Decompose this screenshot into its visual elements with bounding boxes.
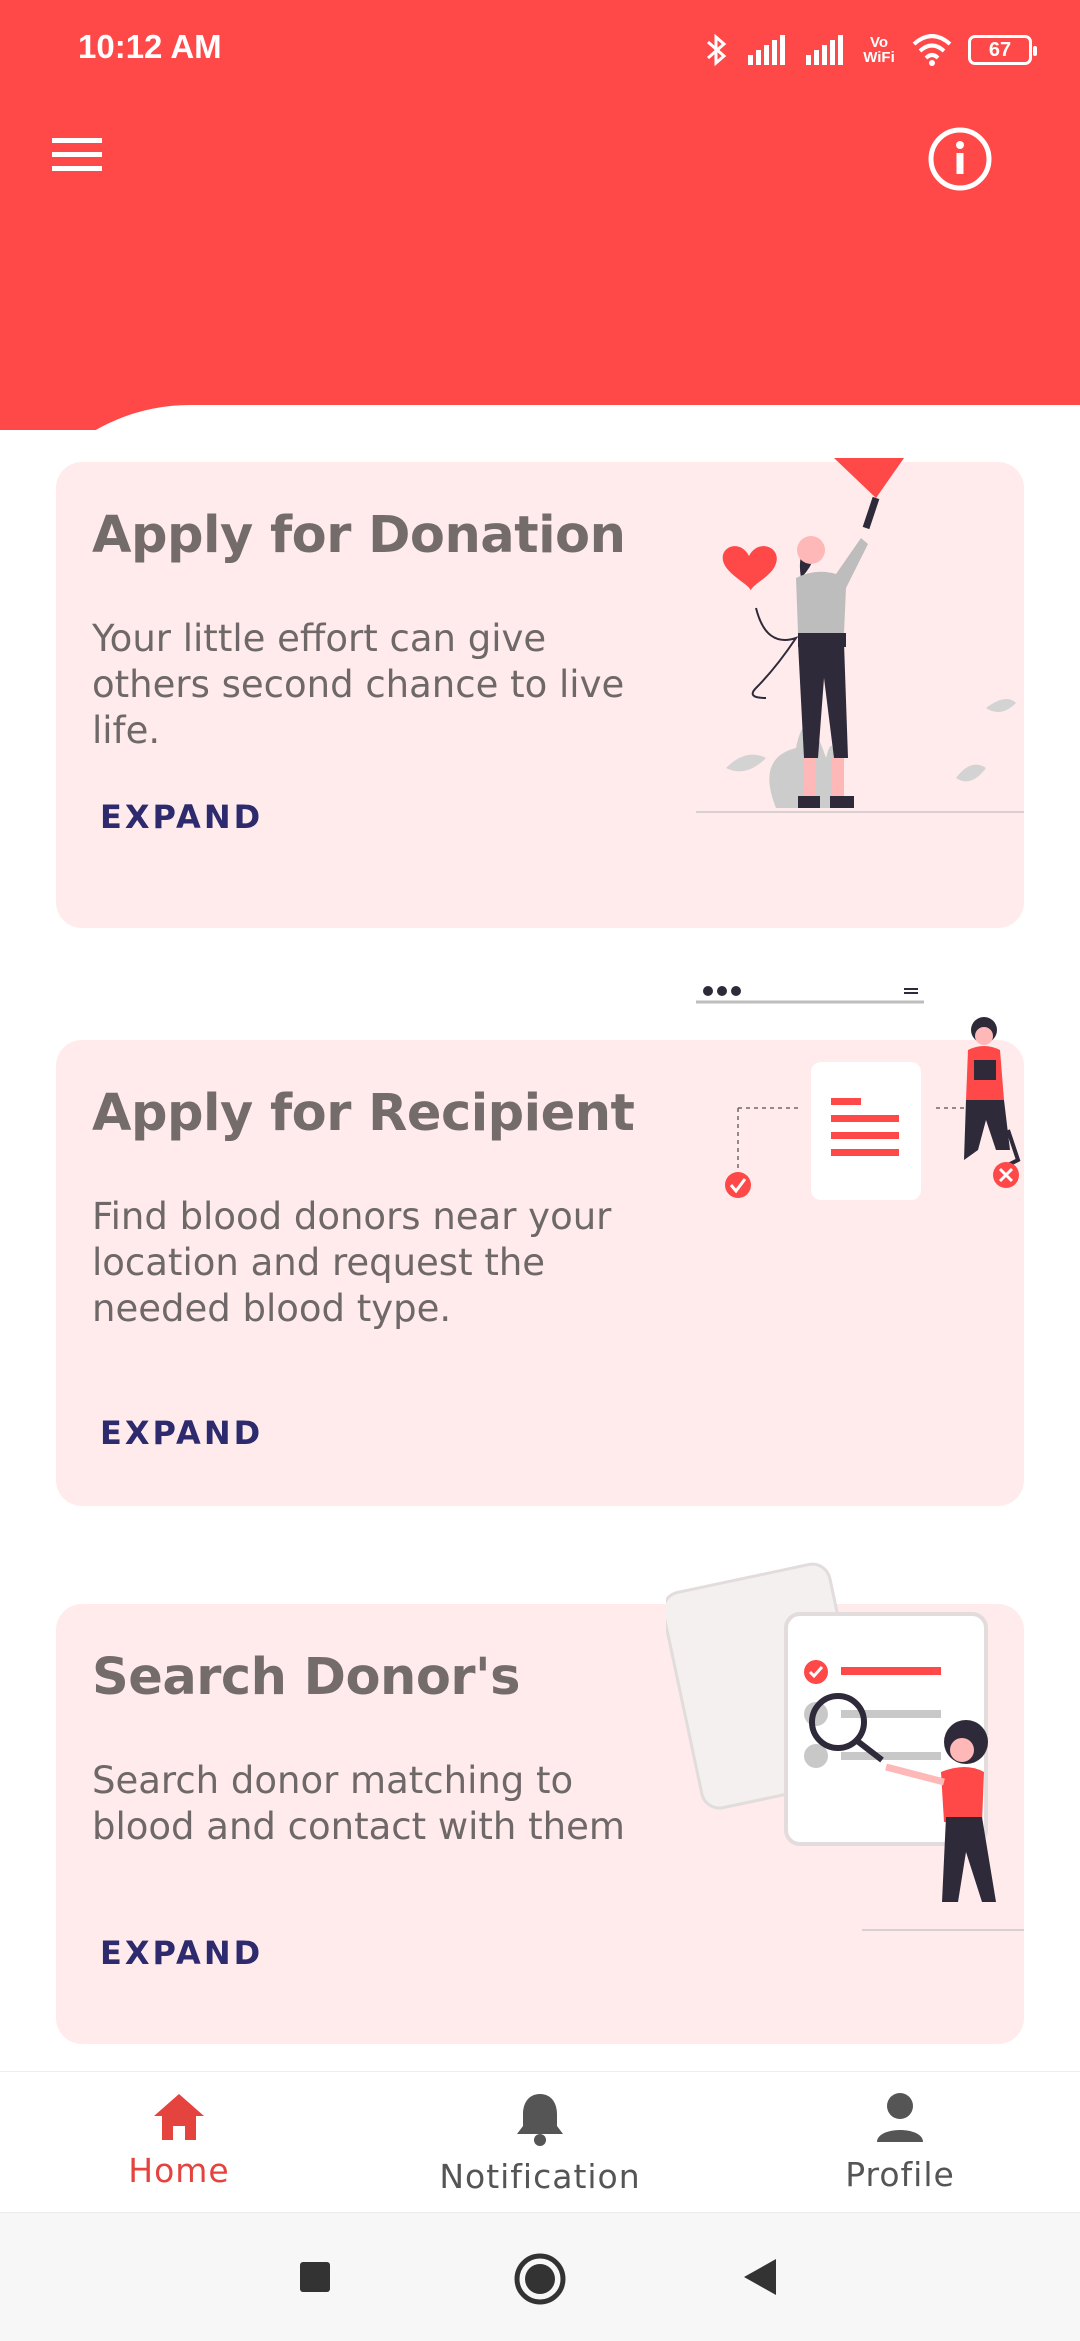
system-navigation-bar — [0, 2212, 1080, 2341]
signal-icon — [748, 35, 785, 65]
card-description: Find blood donors near your location and… — [92, 1195, 612, 1330]
nav-profile[interactable]: Profile — [780, 2090, 1020, 2194]
back-button-icon[interactable] — [740, 2257, 780, 2297]
recents-button-icon[interactable] — [298, 2260, 332, 2294]
signal-icon-2 — [806, 35, 843, 65]
menu-button[interactable] — [44, 124, 110, 184]
card-description: Search donor matching to blood and conta… — [92, 1759, 625, 1848]
donation-illustration — [696, 458, 1024, 813]
card-description: Your little effort can give others secon… — [92, 617, 625, 752]
status-bar: 10:12 AM Vo WiFi 67 — [0, 0, 1080, 100]
card-title: Apply for Recipient — [92, 1084, 635, 1143]
nav-notification[interactable]: Notification — [420, 2090, 660, 2196]
expand-button[interactable]: EXPAND — [100, 798, 263, 836]
nav-profile-label: Profile — [845, 2155, 955, 2194]
person-icon — [877, 2093, 923, 2142]
nav-notification-label: Notification — [439, 2157, 641, 2196]
info-button[interactable] — [925, 124, 995, 194]
donation-card[interactable]: Apply for Donation Your little effort ca… — [56, 458, 1024, 928]
battery-level: 67 — [988, 38, 1012, 61]
expand-button[interactable]: EXPAND — [100, 1934, 263, 1972]
hamburger-menu-icon — [52, 138, 102, 171]
info-icon — [928, 127, 992, 191]
recipient-illustration — [696, 986, 1021, 1200]
nav-home[interactable]: Home — [59, 2090, 299, 2190]
vowifi-label: Vo WiFi — [863, 34, 895, 66]
status-time: 10:12 AM — [78, 28, 222, 65]
status-icons: Vo WiFi 67 — [704, 28, 1037, 72]
card-title: Search Donor's — [92, 1648, 521, 1707]
card-title: Apply for Donation — [92, 506, 626, 565]
expand-button[interactable]: EXPAND — [100, 1414, 263, 1452]
home-icon — [154, 2094, 204, 2140]
recipient-card[interactable]: Apply for Recipient Find blood donors ne… — [56, 986, 1024, 1506]
wifi-icon — [912, 34, 952, 66]
battery-icon: 67 — [968, 35, 1037, 65]
search-donor-card[interactable]: Search Donor's Search donor matching to … — [56, 1562, 1024, 2044]
bell-icon — [517, 2094, 563, 2146]
bluetooth-icon — [707, 33, 727, 67]
bottom-navigation: Home Notification Profile — [0, 2071, 1080, 2212]
search-donor-illustration — [666, 1562, 1024, 1931]
nav-home-label: Home — [128, 2151, 230, 2190]
home-button-icon[interactable] — [512, 2251, 568, 2307]
